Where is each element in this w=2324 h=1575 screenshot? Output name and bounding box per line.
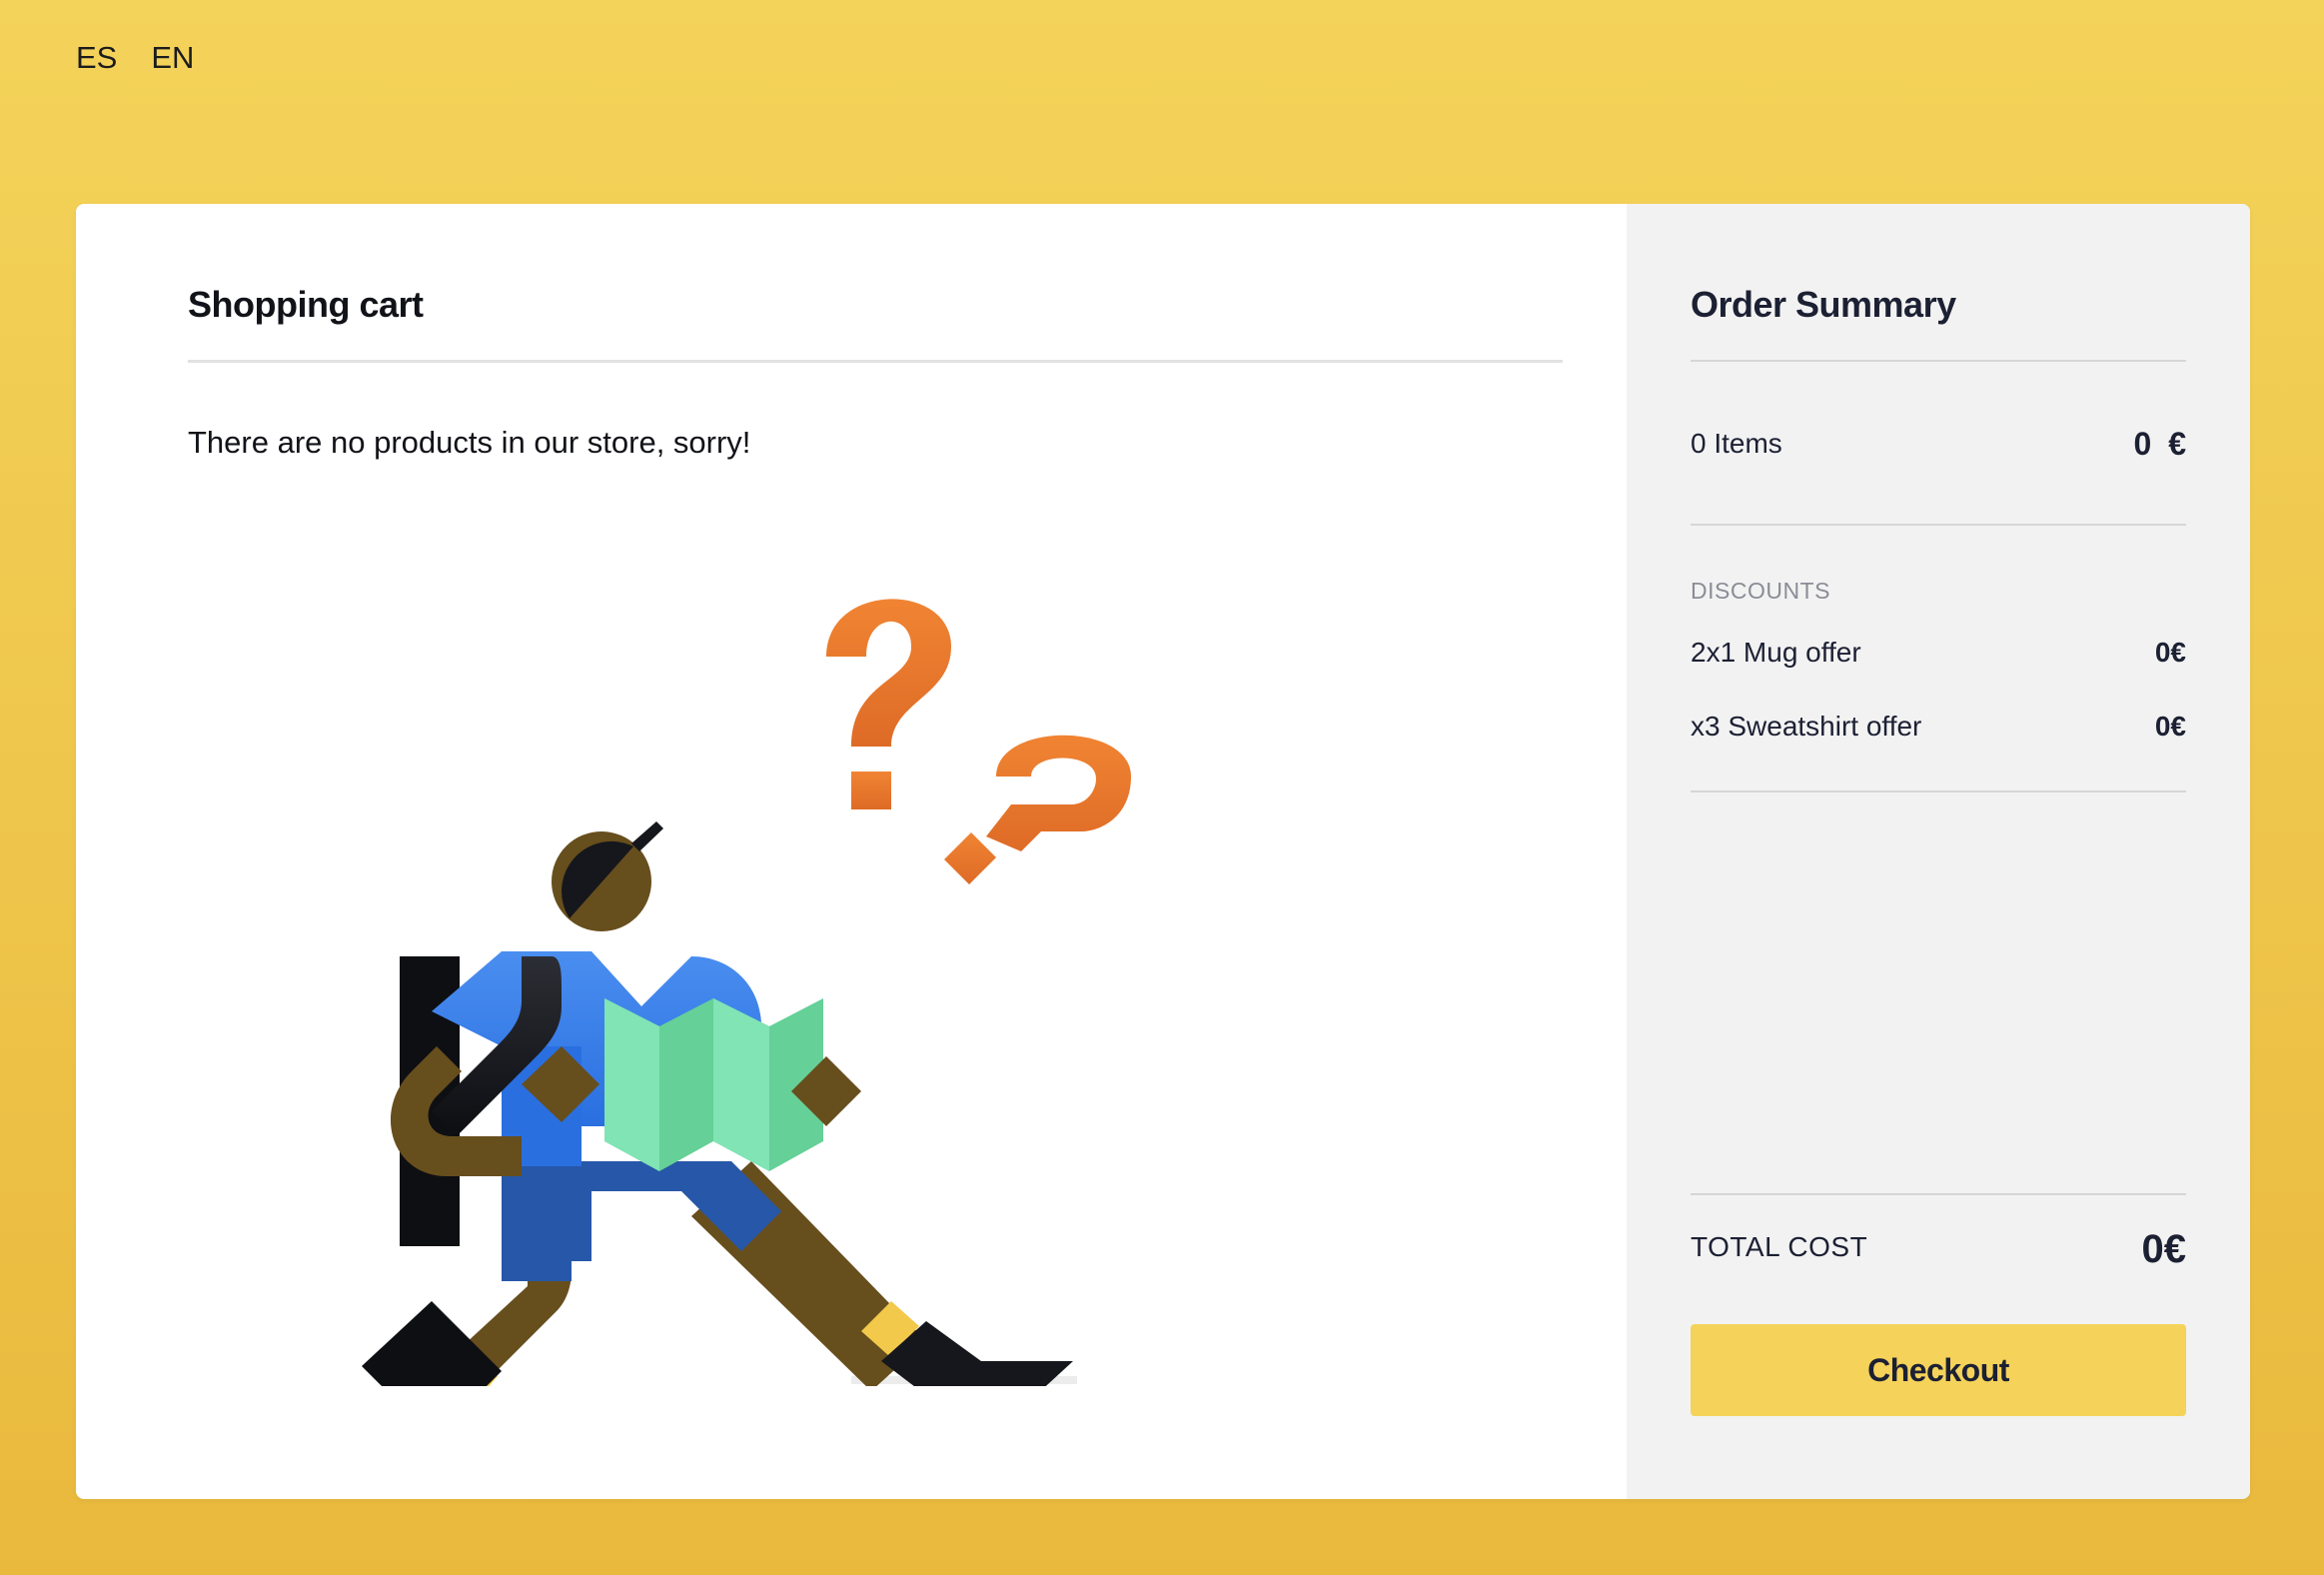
- lost-traveler-illustration: [362, 599, 1131, 1386]
- empty-cart-message: There are no products in our store, sorr…: [188, 425, 751, 460]
- total-cost-label: TOTAL COST: [1691, 1231, 1868, 1262]
- order-summary-panel: Order Summary 0 Items 0 € DISCOUNTS 2x1 …: [1627, 204, 2250, 1499]
- discount-row-sweatshirt: x3 Sweatshirt offer 0€: [1691, 701, 2186, 753]
- total-cost-row: TOTAL COST 0€: [1691, 1227, 2186, 1272]
- total-cost-value: 0€: [2141, 1227, 2187, 1271]
- checkout-card: Shopping cart There are no products in o…: [76, 204, 2250, 1499]
- items-total-value: 0 €: [2133, 425, 2186, 462]
- items-count-label: 0 Items: [1691, 428, 1782, 459]
- cart-title: Shopping cart: [188, 284, 1563, 363]
- language-switcher: ES EN: [76, 40, 194, 76]
- divider: [1691, 790, 2186, 792]
- discount-value: 0€: [2154, 711, 2186, 742]
- discount-label: x3 Sweatshirt offer: [1691, 711, 1922, 742]
- order-summary-title: Order Summary: [1691, 284, 2186, 362]
- discount-value: 0€: [2154, 637, 2186, 668]
- checkout-button[interactable]: Checkout: [1691, 1324, 2186, 1416]
- total-block: TOTAL COST 0€ Checkout: [1691, 1193, 2186, 1416]
- cart-panel: Shopping cart There are no products in o…: [76, 204, 1627, 1499]
- discount-label: 2x1 Mug offer: [1691, 637, 1861, 668]
- discount-row-mug: 2x1 Mug offer 0€: [1691, 627, 2186, 679]
- language-en-link[interactable]: EN: [151, 40, 194, 76]
- language-es-link[interactable]: ES: [76, 40, 117, 76]
- discounts-heading: DISCOUNTS: [1691, 578, 1830, 604]
- items-summary-row: 0 Items 0 €: [1691, 362, 2186, 526]
